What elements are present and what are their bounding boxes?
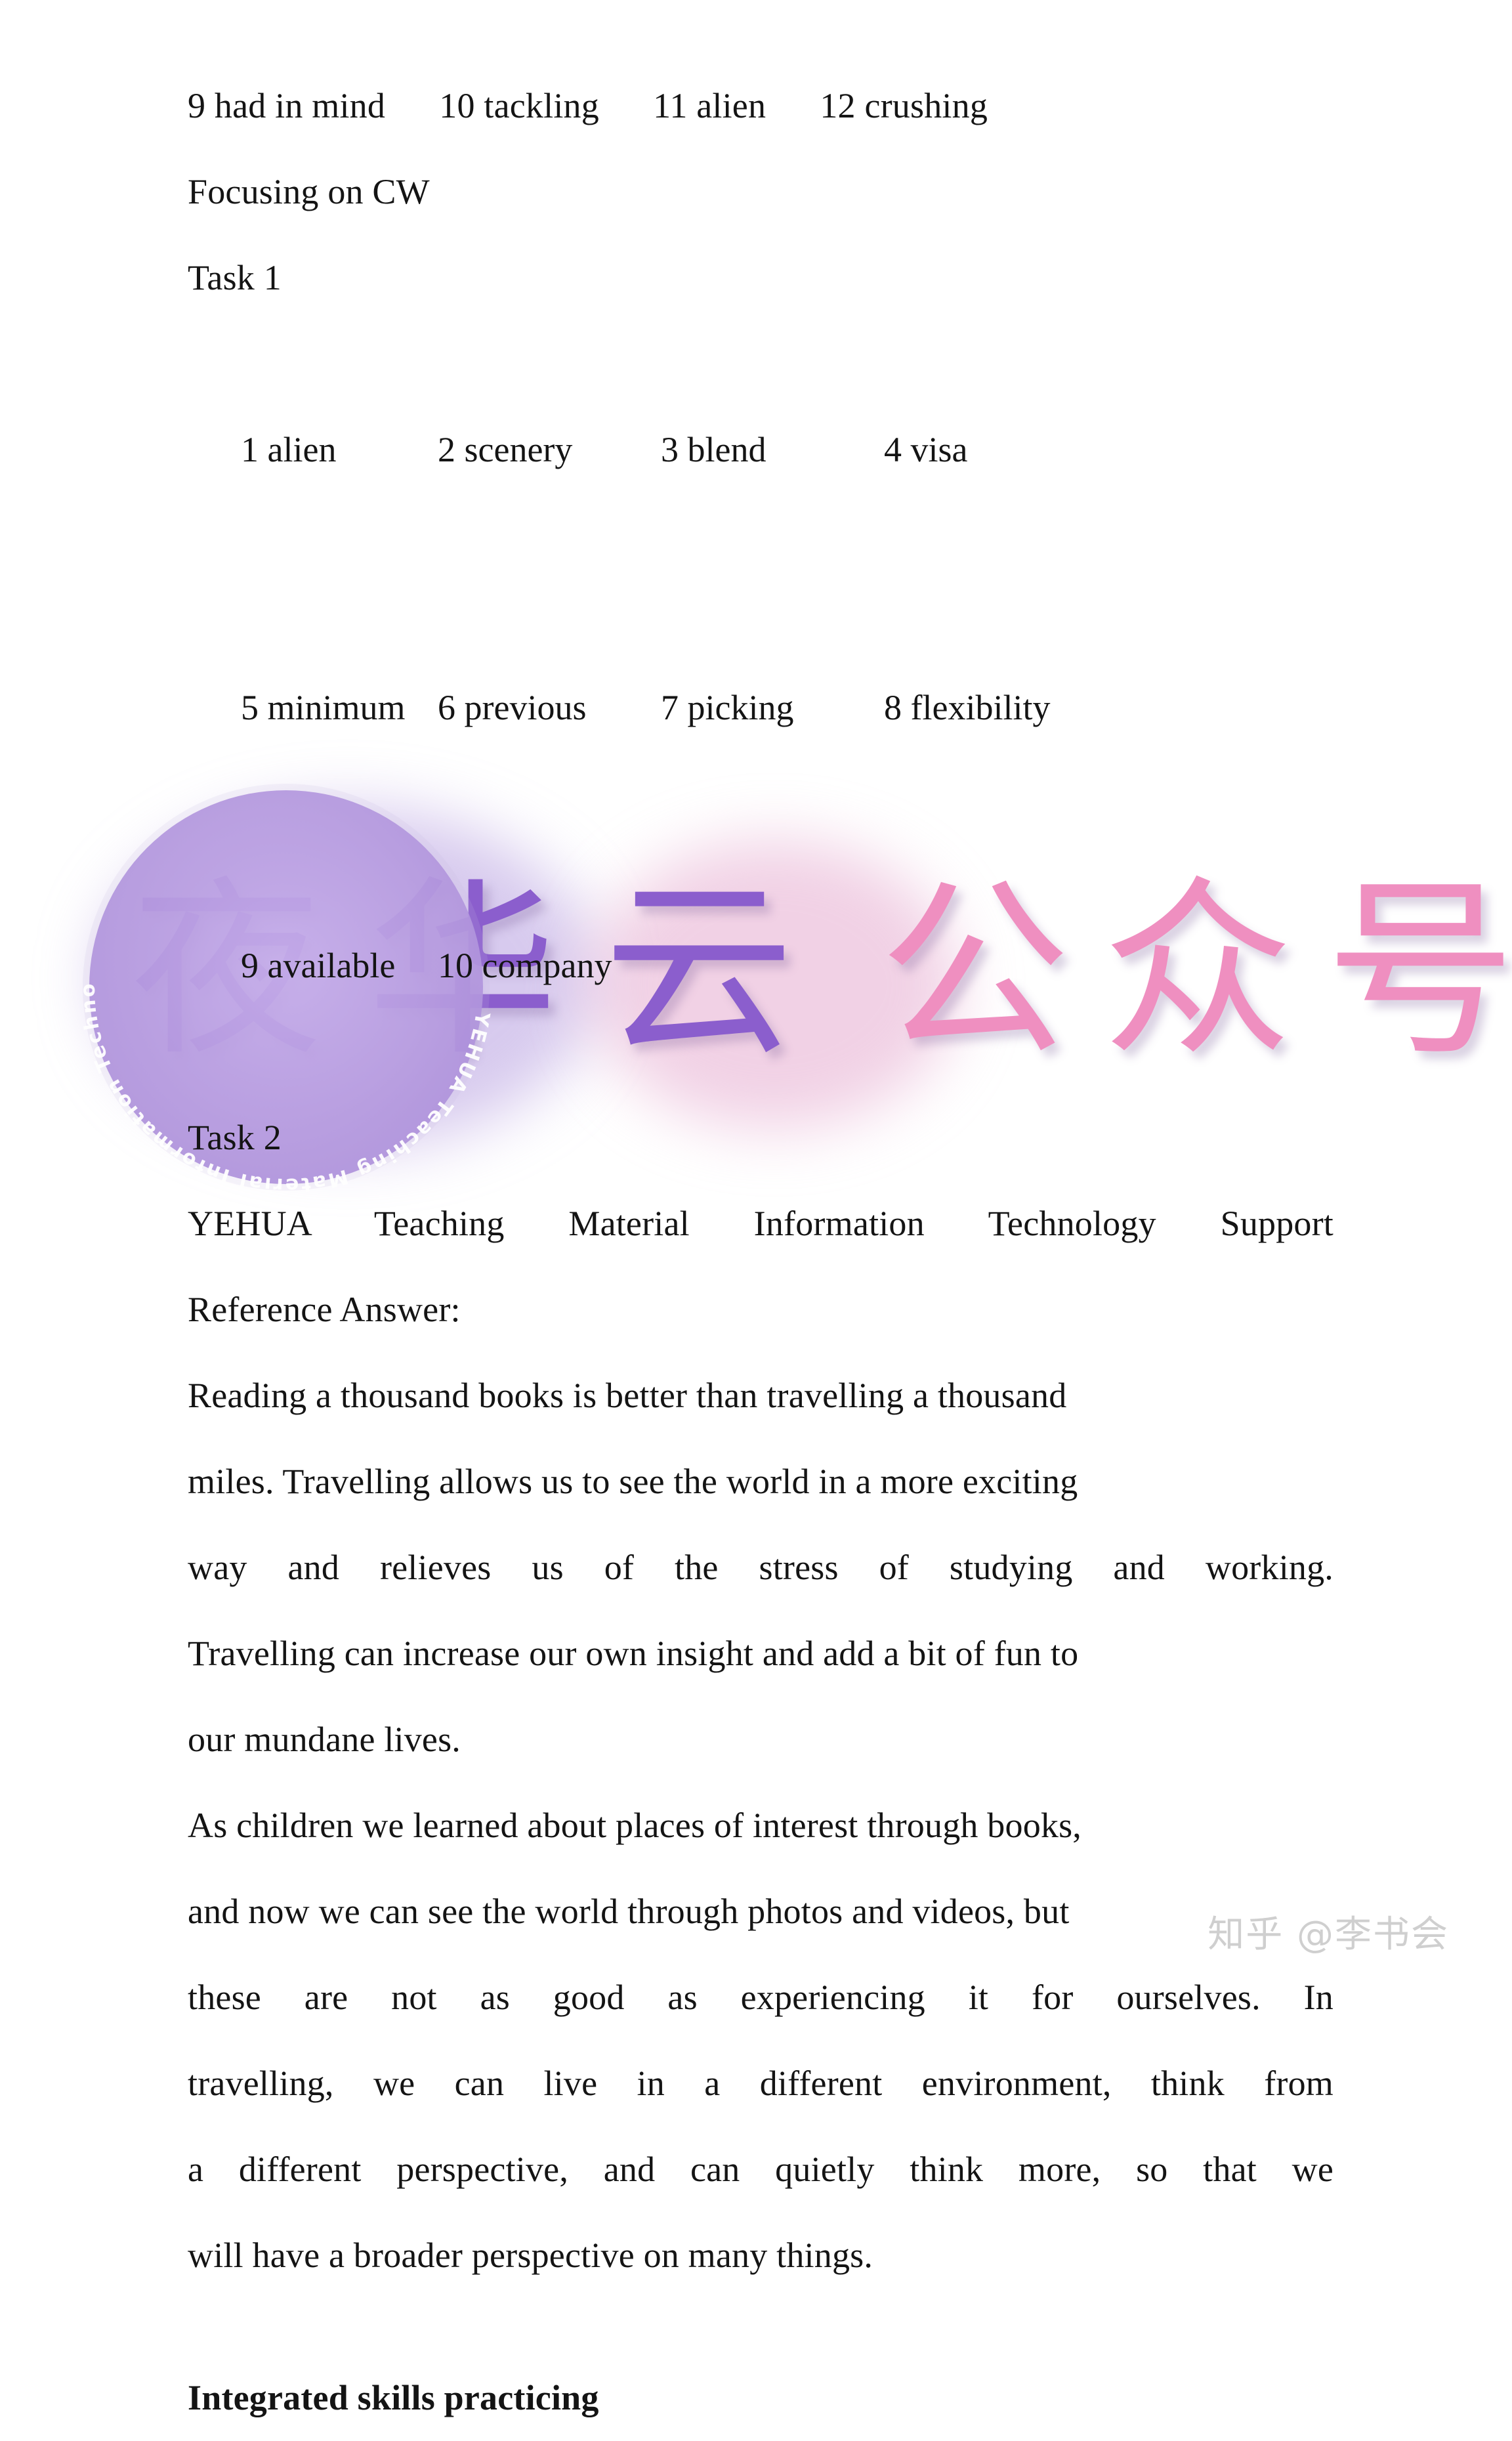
task-2-heading: Task 2 (188, 1118, 282, 1157)
answer-item: 4 visa (884, 430, 968, 469)
answer-item: 6 previous (438, 688, 587, 727)
body-paragraph-line: As children we learned about places of i… (188, 1806, 1082, 1845)
task1-answer-row: 1 alien 2 scenery 3 blend 4 visa (188, 321, 1334, 579)
section-heading-focusing-on-cw: Focusing on CW (188, 172, 430, 211)
watermark-char-6: 号 (1326, 860, 1512, 1082)
answer-item: 3 blend (661, 430, 766, 469)
body-paragraph-line: travelling, we can live in a different e… (188, 2064, 1334, 2103)
reference-answer-label: Reference Answer: (188, 1290, 461, 1329)
reference-paragraph-line: our mundane lives. (188, 1720, 461, 1759)
task1-answer-row: 9 available 10 company (188, 837, 1334, 1095)
reference-paragraph-line: Travelling can increase our own insight … (188, 1634, 1079, 1673)
zhihu-attribution-watermark: 知乎 @李书会 (1208, 1913, 1449, 1956)
answers-continued-line: 9 had in mind 10 tackling 11 alien 12 cr… (188, 86, 988, 125)
answer-item: 9 available (241, 946, 396, 985)
reference-paragraph-line: miles. Travelling allows us to see the w… (188, 1462, 1078, 1501)
source-attribution-line: YEHUA Teaching Material Information Tech… (188, 1204, 1334, 1243)
reference-paragraph-line: way and relieves us of the stress of stu… (188, 1548, 1334, 1587)
task1-answer-row: 5 minimum 6 previous 7 picking 8 flexibilit… (188, 579, 1334, 837)
answer-item: 10 company (438, 946, 612, 985)
answer-item: 7 picking (661, 688, 794, 727)
body-paragraph-line: and now we can see the world through pho… (188, 1892, 1070, 1931)
body-paragraph-line: will have a broader perspective on many … (188, 2236, 873, 2275)
body-paragraph-line: these are not as good as experiencing it… (188, 1978, 1334, 2017)
document-page: YEHUA Teaching Material Information Tech… (0, 0, 1512, 2417)
answer-item: 5 minimum (241, 688, 406, 727)
body-paragraph-line: a different perspective, and can quietly… (188, 2150, 1334, 2189)
answer-item: 1 alien (241, 430, 337, 469)
answer-item: 2 scenery (438, 430, 573, 469)
task-1-heading: Task 1 (188, 258, 282, 297)
reference-paragraph-line: Reading a thousand books is better than … (188, 1376, 1067, 1415)
closing-heading-integrated-skills: Integrated skills practicing (188, 2378, 599, 2417)
document-text-body: 9 had in mind 10 tackling 11 alien 12 cr… (188, 63, 1334, 2441)
answer-item: 8 flexibility (884, 688, 1051, 727)
